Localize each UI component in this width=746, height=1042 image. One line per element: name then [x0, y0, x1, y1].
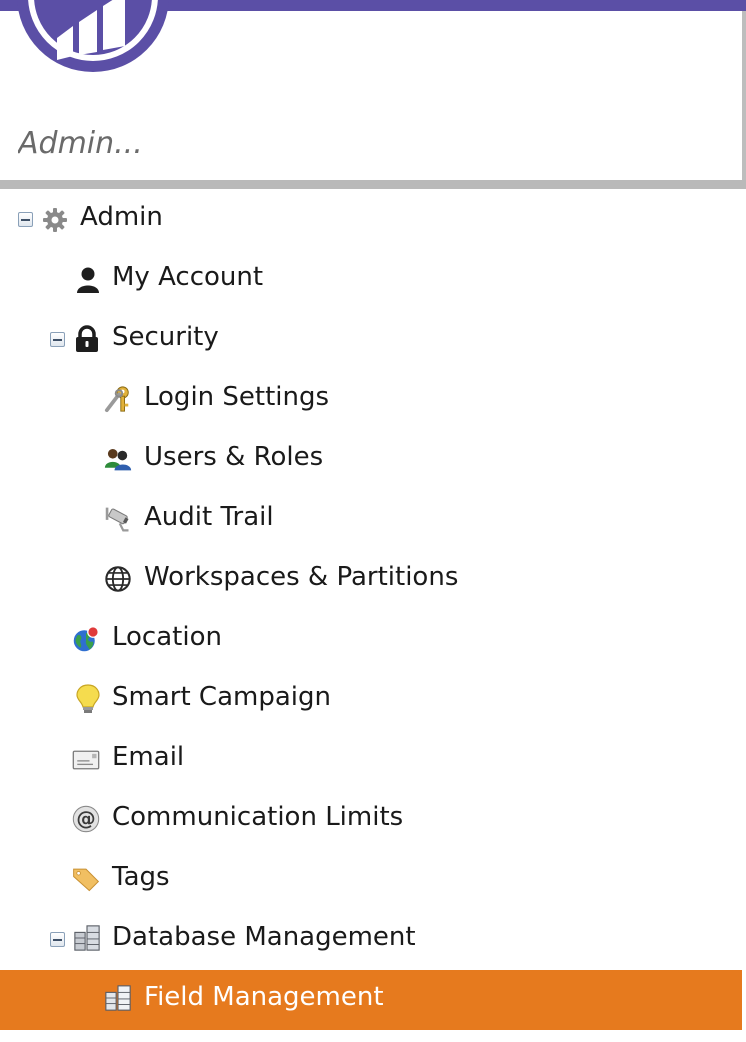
tree-item-login-settings[interactable]: Login Settings [0, 370, 742, 430]
tree-item-label: Users & Roles [144, 442, 324, 472]
tree-item-label: Database Management [112, 922, 416, 952]
collapse-toggle[interactable] [18, 212, 33, 227]
user-icon [74, 266, 102, 294]
keys-icon [104, 385, 132, 413]
tree-item-label: Security [112, 322, 219, 352]
tree-item-label: Tags [112, 862, 170, 892]
database-icon [73, 924, 101, 952]
tree-item-location[interactable]: Location [0, 610, 742, 670]
users-icon [104, 445, 132, 473]
database-icon [104, 984, 132, 1012]
collapse-toggle[interactable] [50, 332, 65, 347]
tree-item-label: Communication Limits [112, 802, 404, 832]
tree-item-tags[interactable]: Tags [0, 850, 742, 910]
collapse-toggle[interactable] [50, 932, 65, 947]
panel-edge [742, 11, 746, 181]
world-pin-icon [72, 625, 100, 653]
svg-text:@: @ [76, 807, 95, 830]
tree-item-label: Field Management [144, 982, 384, 1012]
tree-item-label: Location [112, 622, 222, 652]
tree-item-label: Workspaces & Partitions [144, 562, 459, 592]
tree-item-label: Login Settings [144, 382, 330, 412]
tree-item-label: My Account [112, 262, 264, 292]
lightbulb-icon [74, 684, 102, 713]
tree-item-audit-trail[interactable]: Audit Trail [0, 490, 742, 550]
tree-item-my-account[interactable]: My Account [0, 250, 742, 310]
tag-icon [72, 865, 100, 893]
tree-item-workspaces-partitions[interactable]: Workspaces & Partitions [0, 550, 742, 610]
tree-item-admin[interactable]: Admin [0, 190, 742, 250]
tree-item-label: Smart Campaign [112, 682, 331, 712]
lock-icon [73, 325, 101, 353]
tree-item-database-management[interactable]: Database Management [0, 910, 742, 970]
tree-item-security[interactable]: Security [0, 310, 742, 370]
tree-item-label: Audit Trail [144, 502, 274, 532]
globe-icon [104, 565, 132, 593]
tree-item-smart-campaign[interactable]: Smart Campaign [0, 670, 742, 730]
tree-item-label: Admin [80, 202, 163, 232]
email-icon [72, 746, 100, 774]
tree-item-field-management[interactable]: Field Management [0, 970, 742, 1030]
brand-logo[interactable] [17, 0, 169, 72]
tree-item-email[interactable]: Email [0, 730, 742, 790]
search-input[interactable] [0, 112, 738, 174]
security-camera-icon [104, 505, 132, 533]
tree-item-communication-limits[interactable]: @ Communication Limits [0, 790, 742, 850]
tree-item-users-roles[interactable]: Users & Roles [0, 430, 742, 490]
at-sign-icon: @ [72, 805, 100, 833]
tree-item-label: Email [112, 742, 185, 772]
gear-icon [41, 206, 69, 234]
search-divider [0, 180, 746, 189]
